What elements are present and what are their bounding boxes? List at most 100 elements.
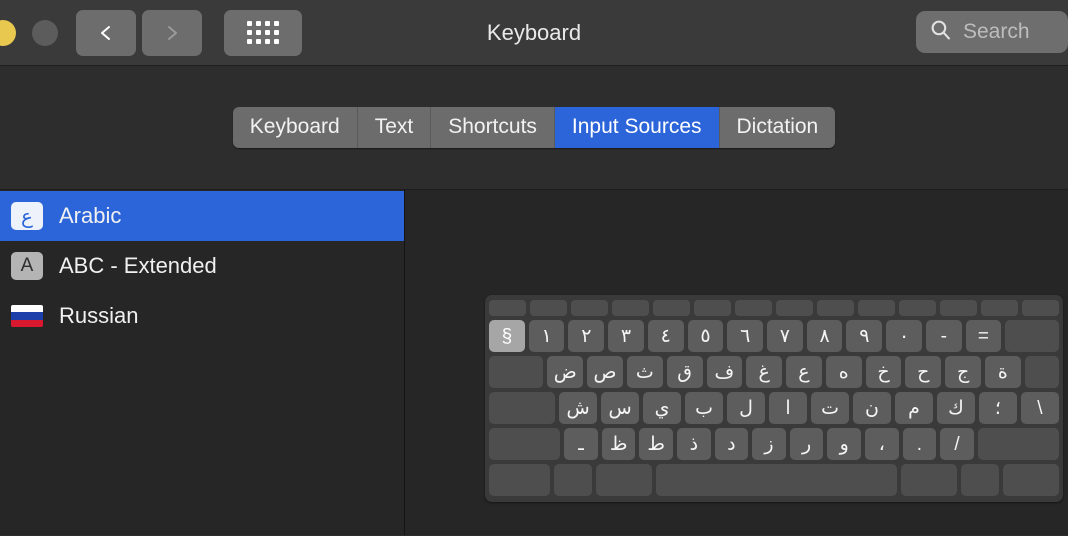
key-ain[interactable]: ع bbox=[786, 356, 822, 388]
key-delete[interactable] bbox=[1005, 320, 1059, 352]
sidebar-item-label: ABC - Extended bbox=[59, 253, 217, 278]
key-beh[interactable]: ب bbox=[685, 392, 724, 424]
chevron-right-icon bbox=[164, 25, 180, 41]
key-caps-lock[interactable] bbox=[489, 392, 556, 424]
key-f9[interactable] bbox=[858, 300, 895, 316]
key-return-top[interactable] bbox=[1024, 356, 1060, 388]
key-f11[interactable] bbox=[940, 300, 977, 316]
key-kha[interactable]: خ bbox=[865, 356, 902, 388]
key-thal[interactable]: ذ bbox=[677, 428, 711, 460]
search-field[interactable]: Search bbox=[916, 11, 1068, 53]
navigation-buttons bbox=[76, 9, 202, 56]
show-all-preferences-button[interactable] bbox=[224, 9, 302, 56]
key-option-left[interactable] bbox=[595, 464, 652, 496]
back-button[interactable] bbox=[76, 9, 136, 56]
key-f3[interactable] bbox=[612, 300, 649, 316]
key-shift-right[interactable] bbox=[977, 428, 1060, 460]
sidebar-item-label: Russian bbox=[59, 303, 139, 328]
tab-input-sources[interactable]: Input Sources bbox=[554, 107, 720, 148]
key-8[interactable]: ٨ bbox=[806, 320, 843, 352]
content-area: ع Arabic A ABC - Extended Russian § ١ ٢ … bbox=[0, 190, 1068, 535]
key-f7[interactable] bbox=[776, 300, 813, 316]
key-option-right[interactable] bbox=[961, 464, 999, 496]
key-noon[interactable]: ن bbox=[853, 392, 891, 424]
key-0[interactable]: ٠ bbox=[886, 320, 922, 352]
key-2[interactable]: ٢ bbox=[568, 320, 605, 352]
key-4[interactable]: ٤ bbox=[647, 320, 684, 352]
sidebar-item-russian[interactable]: Russian bbox=[0, 291, 404, 341]
key-tha[interactable]: ث bbox=[626, 356, 663, 388]
chevron-left-icon bbox=[98, 25, 114, 41]
key-f12[interactable] bbox=[981, 300, 1018, 316]
key-meem[interactable]: م bbox=[894, 392, 933, 424]
key-lam[interactable]: ل bbox=[727, 392, 766, 424]
key-power[interactable] bbox=[1022, 300, 1059, 316]
key-tatweel[interactable]: ـ bbox=[564, 428, 598, 460]
key-f4[interactable] bbox=[653, 300, 690, 316]
key-f6[interactable] bbox=[735, 300, 772, 316]
sidebar-item-label: Arabic bbox=[59, 203, 122, 228]
key-minus[interactable]: - bbox=[925, 320, 962, 352]
key-3[interactable]: ٣ bbox=[608, 320, 644, 352]
key-kaf[interactable]: ك bbox=[936, 392, 975, 424]
key-space[interactable] bbox=[655, 464, 897, 496]
key-yeh[interactable]: ي bbox=[643, 392, 682, 424]
key-teh[interactable]: ت bbox=[811, 392, 849, 424]
tab-keyboard[interactable]: Keyboard bbox=[232, 107, 358, 148]
forward-button[interactable] bbox=[142, 9, 202, 56]
key-shift-left[interactable] bbox=[489, 428, 561, 460]
zoom-button[interactable] bbox=[32, 19, 58, 46]
key-ha[interactable]: ه bbox=[825, 356, 862, 388]
tab-text[interactable]: Text bbox=[357, 107, 432, 148]
sidebar-item-arabic[interactable]: ع Arabic bbox=[0, 191, 404, 241]
key-qaf[interactable]: ق bbox=[666, 356, 703, 388]
key-waw[interactable]: و bbox=[827, 428, 861, 460]
key-arrows[interactable] bbox=[1002, 464, 1060, 496]
key-f10[interactable] bbox=[899, 300, 936, 316]
key-fa[interactable]: ف bbox=[706, 356, 743, 388]
key-esc[interactable] bbox=[489, 300, 526, 316]
key-hah[interactable]: ح bbox=[905, 356, 942, 388]
tab-shortcuts[interactable]: Shortcuts bbox=[431, 107, 555, 148]
key-dad[interactable]: ض bbox=[547, 356, 584, 388]
key-fn[interactable] bbox=[489, 464, 550, 496]
key-ghain[interactable]: غ bbox=[746, 356, 783, 388]
key-tah[interactable]: ط bbox=[639, 428, 673, 460]
key-control[interactable] bbox=[553, 464, 592, 496]
key-f2[interactable] bbox=[571, 300, 608, 316]
key-period[interactable]: . bbox=[902, 428, 937, 460]
tab-dictation[interactable]: Dictation bbox=[719, 107, 836, 148]
key-jeem[interactable]: ج bbox=[945, 356, 981, 388]
key-comma[interactable]: ، bbox=[864, 428, 899, 460]
key-section[interactable]: § bbox=[489, 320, 525, 352]
key-5[interactable]: ٥ bbox=[687, 320, 724, 352]
key-dal[interactable]: د bbox=[714, 428, 749, 460]
key-sheen[interactable]: ش bbox=[559, 392, 598, 424]
key-f8[interactable] bbox=[817, 300, 854, 316]
key-alef[interactable]: ا bbox=[769, 392, 808, 424]
key-zah[interactable]: ظ bbox=[601, 428, 636, 460]
key-teh-marbuta[interactable]: ة bbox=[984, 356, 1021, 388]
key-equals[interactable]: = bbox=[965, 320, 1002, 352]
tab-bar: Keyboard Text Shortcuts Input Sources Di… bbox=[232, 107, 836, 148]
minimize-button[interactable] bbox=[0, 19, 16, 46]
key-tab[interactable] bbox=[489, 356, 544, 388]
key-f5[interactable] bbox=[694, 300, 731, 316]
key-command-right[interactable] bbox=[900, 464, 957, 496]
sidebar-item-abc-extended[interactable]: A ABC - Extended bbox=[0, 241, 404, 291]
key-semicolon[interactable]: ؛ bbox=[978, 392, 1017, 424]
russian-flag-icon bbox=[11, 305, 43, 327]
key-1[interactable]: ١ bbox=[528, 320, 565, 352]
keyboard-row-numbers: § ١ ٢ ٣ ٤ ٥ ٦ ٧ ٨ ٩ ٠ - = bbox=[489, 320, 1059, 352]
key-9[interactable]: ٩ bbox=[846, 320, 883, 352]
key-sad[interactable]: ص bbox=[587, 356, 623, 388]
key-f1[interactable] bbox=[530, 300, 567, 316]
key-7[interactable]: ٧ bbox=[767, 320, 803, 352]
key-zain[interactable]: ز bbox=[752, 428, 786, 460]
key-backslash[interactable]: \ bbox=[1020, 392, 1059, 424]
key-seen[interactable]: س bbox=[601, 392, 640, 424]
key-6[interactable]: ٦ bbox=[727, 320, 764, 352]
key-reh[interactable]: ر bbox=[789, 428, 824, 460]
key-slash[interactable]: / bbox=[940, 428, 974, 460]
abc-layout-icon: A bbox=[11, 252, 43, 280]
